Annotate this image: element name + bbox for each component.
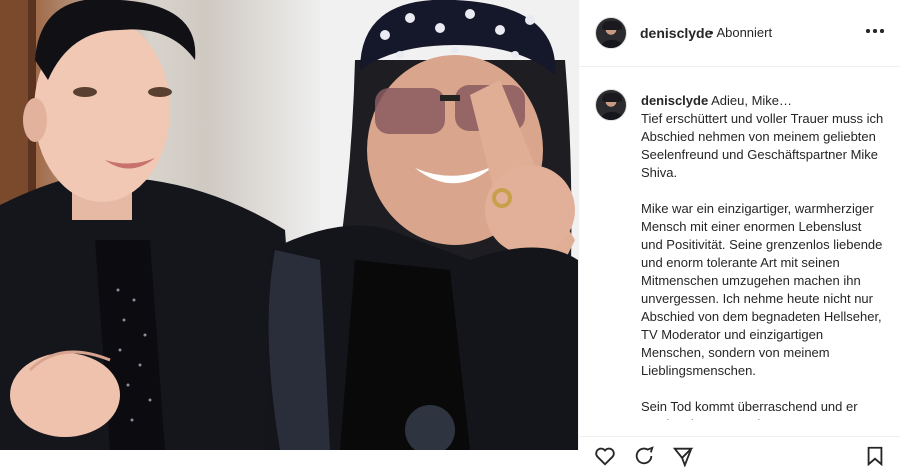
username-link[interactable]: denisclyde — [640, 25, 712, 41]
caption-username[interactable]: denisclyde — [641, 93, 708, 108]
caption-avatar[interactable] — [595, 89, 627, 121]
post-photo-illustration — [0, 0, 578, 450]
instagram-post-view: denisclyde • Abonniert denisclyde Adieu,… — [0, 0, 900, 467]
post-header: denisclyde • Abonniert — [579, 0, 900, 67]
comment-icon[interactable] — [633, 445, 655, 467]
more-horizontal-icon[interactable] — [863, 18, 887, 42]
caption-body: Tief erschüttert und voller Trauer muss … — [641, 111, 884, 420]
share-icon[interactable] — [672, 445, 694, 467]
caption-section: denisclyde Adieu, Mike… Tief erschüttert… — [579, 67, 900, 420]
action-bar — [579, 436, 900, 467]
post-side-panel: denisclyde • Abonniert denisclyde Adieu,… — [578, 0, 900, 467]
follow-status[interactable]: • Abonniert — [709, 25, 772, 40]
bookmark-icon[interactable] — [864, 445, 886, 467]
avatar[interactable] — [595, 17, 627, 49]
post-photo[interactable] — [0, 0, 578, 450]
caption-text: denisclyde Adieu, Mike… Tief erschüttert… — [641, 92, 886, 420]
heart-icon[interactable] — [594, 445, 616, 467]
caption-title: Adieu, Mike… — [711, 93, 793, 108]
